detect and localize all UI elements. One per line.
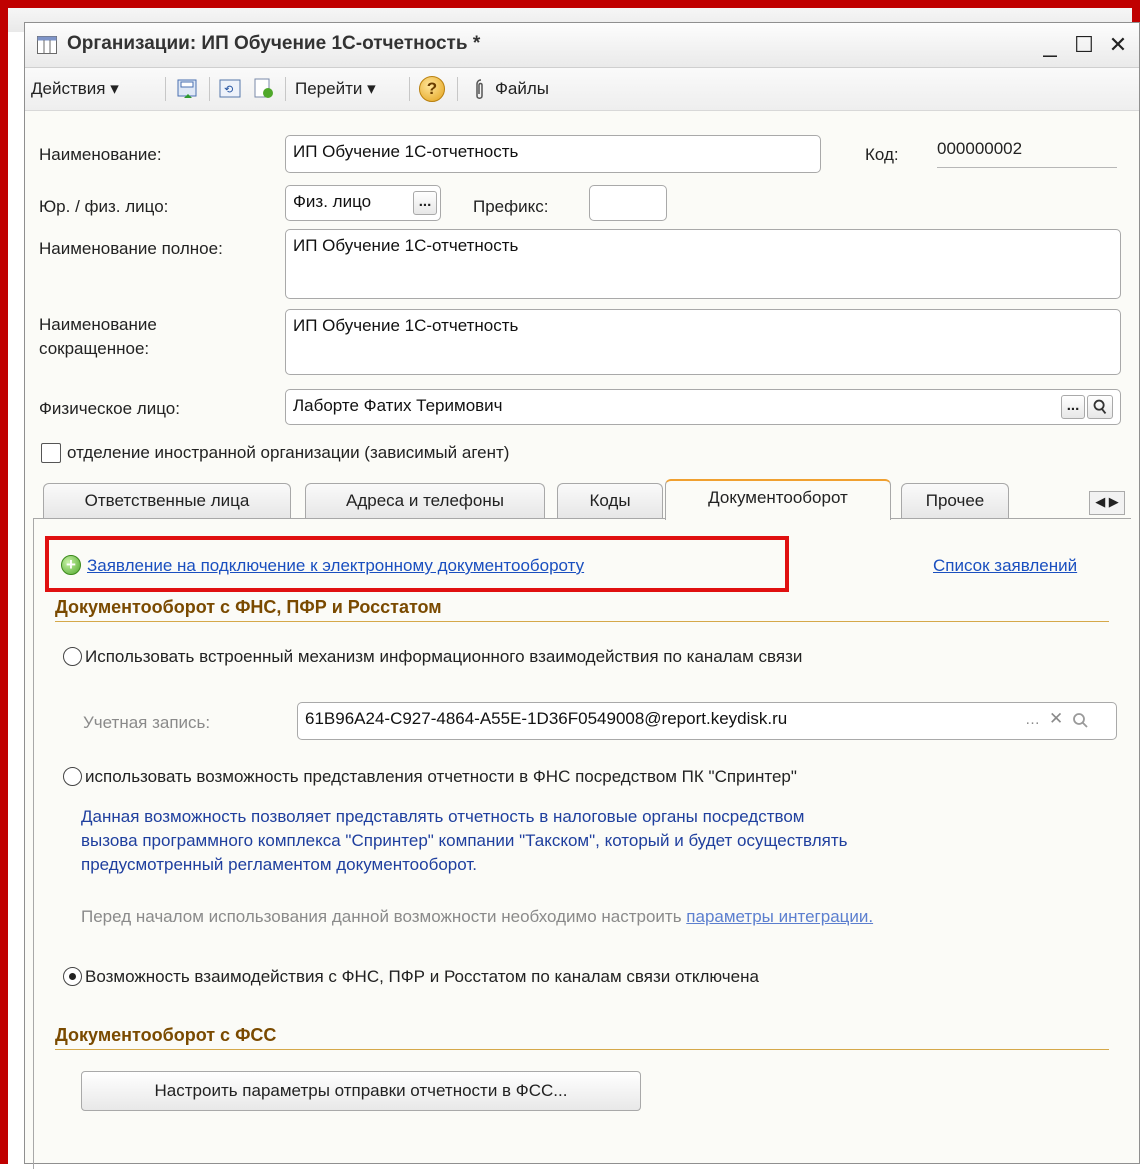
tab-responsible-persons[interactable]: Ответственные лица bbox=[43, 483, 291, 519]
tab-addresses-phones[interactable]: Адреса и телефоны bbox=[305, 483, 545, 519]
legal-person-select-button[interactable]: ... bbox=[413, 191, 437, 215]
fss-settings-button[interactable]: Настроить параметры отправки отчетности … bbox=[81, 1071, 641, 1111]
minimize-button[interactable]: _ bbox=[1035, 29, 1065, 61]
section-fss-title: Документооборот с ФСС bbox=[55, 1025, 277, 1045]
section-fss-divider bbox=[55, 1049, 1109, 1050]
name-label: Наименование: bbox=[39, 145, 162, 164]
title-bar: Организации: ИП Обучение 1С-отчетность *… bbox=[25, 23, 1139, 68]
copy-document-icon[interactable] bbox=[251, 76, 277, 102]
svg-text:⟲: ⟲ bbox=[224, 83, 233, 96]
prefix-label: Префикс: bbox=[473, 197, 549, 216]
radio-sprinter[interactable] bbox=[63, 767, 82, 786]
close-button[interactable]: ✕ bbox=[1103, 29, 1133, 61]
legal-person-label: Юр. / физ. лицо: bbox=[39, 197, 169, 216]
section-fns-title: Документооборот с ФНС, ПФР и Росстатом bbox=[55, 597, 442, 617]
radio-builtin-mechanism-label: Использовать встроенный механизм информа… bbox=[85, 647, 803, 666]
radio-sprinter-label: использовать возможность представления о… bbox=[85, 767, 797, 786]
physical-person-field[interactable]: Лаборте Фатих Теримович bbox=[285, 389, 1121, 425]
integration-hint-text: Перед началом использования данной возмо… bbox=[81, 907, 687, 926]
actions-menu[interactable]: Действия ▾ bbox=[31, 76, 119, 102]
short-name-label-line2: сокращенное: bbox=[39, 339, 150, 358]
name-field[interactable]: ИП Обучение 1С-отчетность bbox=[285, 135, 821, 173]
files-button[interactable]: Файлы bbox=[495, 76, 549, 102]
toolbar: Действия ▾ ⟲ Перейти ▾ ? Файлы bbox=[25, 68, 1139, 111]
tab-document-flow[interactable]: Документооборот bbox=[665, 479, 891, 520]
account-select-icon[interactable]: … bbox=[1025, 711, 1040, 728]
foreign-org-checkbox-label: отделение иностранной организации (завис… bbox=[67, 443, 510, 462]
sprinter-info-line2: вызова программного комплекса "Спринтер"… bbox=[81, 831, 848, 850]
tabs-row: Ответственные лица Адреса и телефоны Код… bbox=[25, 479, 1139, 520]
physical-person-label: Физическое лицо: bbox=[39, 399, 180, 418]
code-label: Код: bbox=[865, 145, 899, 164]
save-close-icon[interactable] bbox=[175, 76, 201, 102]
foreign-org-checkbox[interactable] bbox=[41, 443, 61, 463]
sprinter-info-line1: Данная возможность позволяет представлят… bbox=[81, 807, 805, 826]
search-icon[interactable] bbox=[1087, 395, 1113, 419]
organization-window: Организации: ИП Обучение 1С-отчетность *… bbox=[24, 22, 1140, 1169]
full-name-label: Наименование полное: bbox=[39, 239, 223, 258]
integration-params-link[interactable]: параметры интеграции. bbox=[686, 907, 873, 926]
applications-list-link[interactable]: Список заявлений bbox=[933, 556, 1077, 576]
tab-codes[interactable]: Коды bbox=[557, 483, 663, 519]
account-clear-icon[interactable]: ✕ bbox=[1049, 709, 1063, 729]
highlight-box bbox=[45, 536, 789, 592]
prefix-field[interactable] bbox=[589, 185, 667, 221]
radio-builtin-mechanism[interactable] bbox=[63, 647, 82, 666]
tab-other[interactable]: Прочее bbox=[901, 483, 1009, 519]
maximize-button[interactable]: ☐ bbox=[1069, 29, 1099, 61]
short-name-label-line1: Наименование bbox=[39, 315, 157, 334]
form-icon bbox=[37, 36, 57, 54]
tab-scroll-arrows[interactable]: ◀ ▶ bbox=[1089, 491, 1125, 515]
goto-menu[interactable]: Перейти ▾ bbox=[295, 76, 376, 102]
code-value: 000000002 bbox=[937, 139, 1117, 168]
account-label: Учетная запись: bbox=[83, 713, 211, 732]
help-button[interactable]: ? bbox=[419, 76, 445, 102]
radio-disabled-label: Возможность взаимодействия с ФНС, ПФР и … bbox=[85, 967, 759, 986]
recalc-icon[interactable]: ⟲ bbox=[217, 76, 243, 102]
account-field[interactable]: 61B96A24-C927-4864-A55E-1D36F0549008@rep… bbox=[297, 702, 1117, 740]
sprinter-info-line3: предусмотренный регламентом документообо… bbox=[81, 855, 477, 874]
window-title: Организации: ИП Обучение 1С-отчетность * bbox=[67, 33, 481, 54]
physical-person-select-button[interactable]: ... bbox=[1061, 395, 1085, 419]
integration-hint: Перед началом использования данной возмо… bbox=[81, 907, 873, 927]
radio-disabled[interactable] bbox=[63, 967, 82, 986]
account-search-icon[interactable] bbox=[1071, 711, 1091, 731]
paperclip-icon bbox=[476, 79, 483, 99]
short-name-field[interactable]: ИП Обучение 1С-отчетность bbox=[285, 309, 1121, 375]
full-name-field[interactable]: ИП Обучение 1С-отчетность bbox=[285, 229, 1121, 299]
section-fns-divider bbox=[55, 621, 1109, 622]
